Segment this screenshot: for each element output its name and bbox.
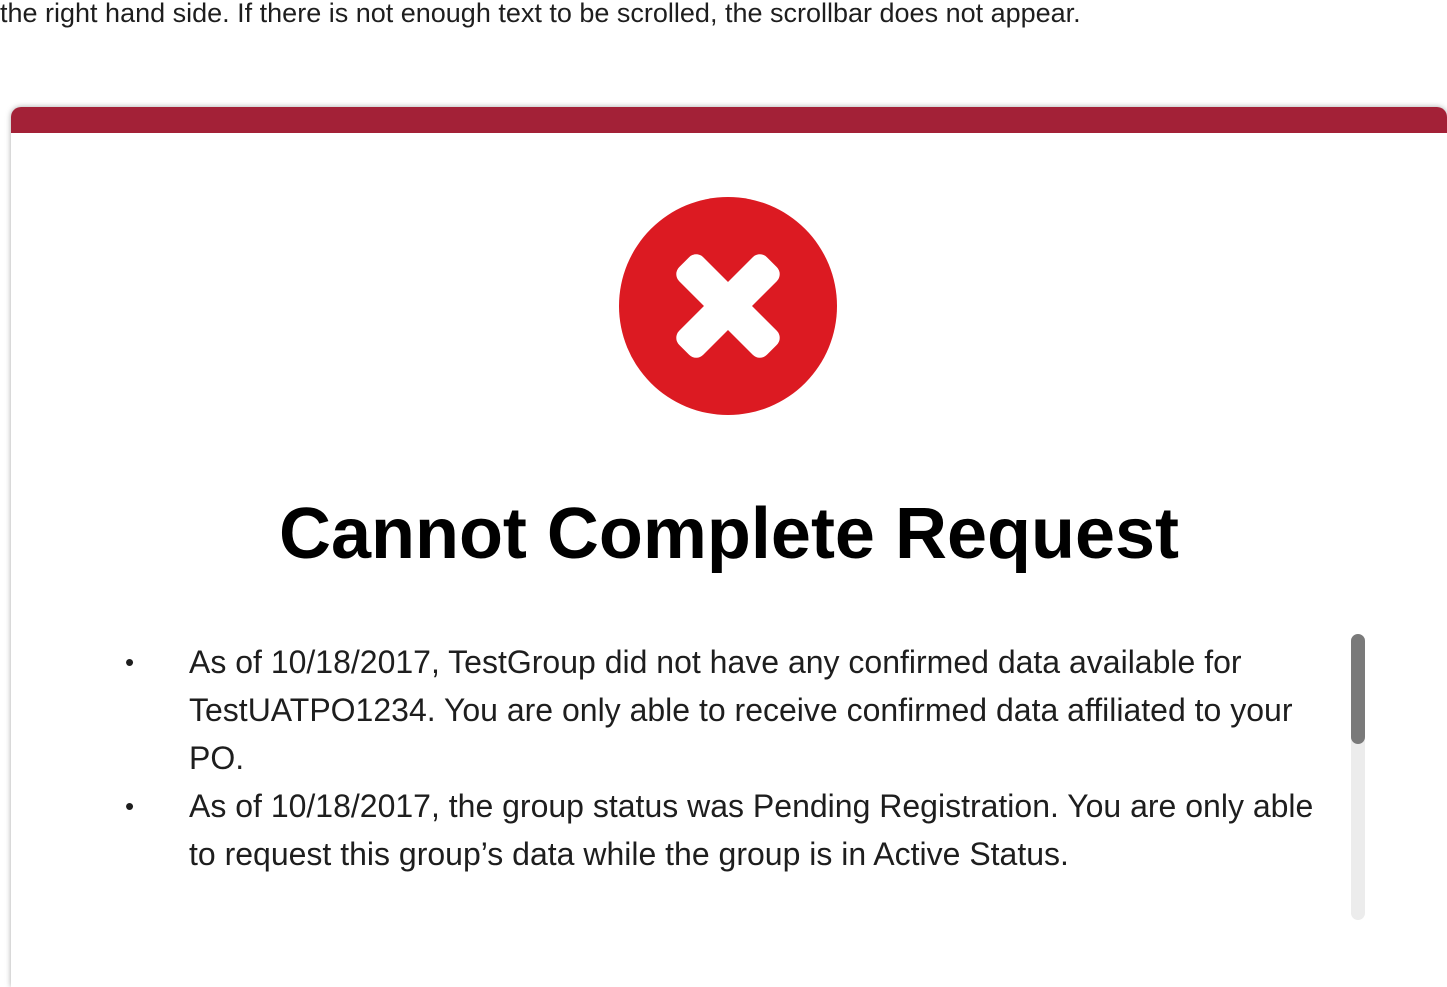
message-text: As of 10/18/2017, the group status was P… (189, 788, 1314, 872)
dialog-title: Cannot Complete Request (278, 494, 1180, 574)
error-x-icon (619, 197, 837, 415)
message-text: As of 10/18/2017, TestGroup did not have… (189, 644, 1293, 776)
dialog-top-bar (11, 107, 1447, 133)
error-dialog: Cannot Complete Request • As of 10/18/20… (11, 107, 1447, 987)
scrollbar-thumb[interactable] (1351, 634, 1365, 744)
message-list: • As of 10/18/2017, TestGroup did not ha… (121, 638, 1341, 878)
intro-text: the right hand side. If there is not eno… (0, 0, 1081, 28)
message-scroll-area[interactable]: • As of 10/18/2017, TestGroup did not ha… (11, 634, 1447, 924)
bullet: • (125, 791, 135, 821)
message-item: • As of 10/18/2017, TestGroup did not ha… (121, 638, 1341, 782)
message-item: • As of 10/18/2017, the group status was… (121, 782, 1341, 878)
bullet: • (125, 647, 135, 677)
scrollbar-track[interactable] (1351, 634, 1365, 920)
